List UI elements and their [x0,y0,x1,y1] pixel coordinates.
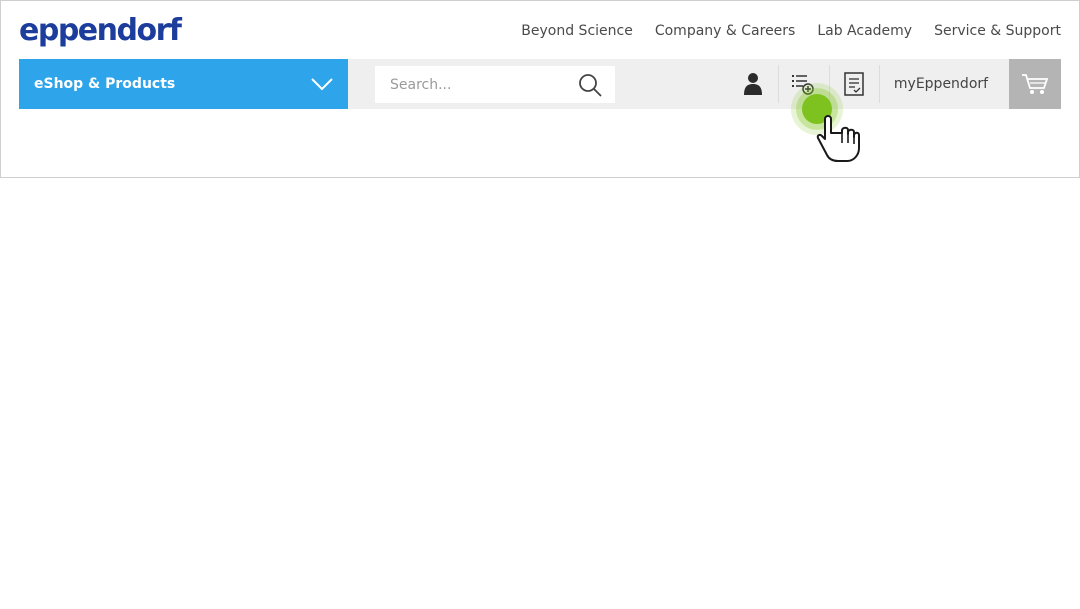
toolbar-divider [879,65,880,103]
my-eppendorf-link[interactable]: myEppendorf [881,59,1001,109]
user-icon [744,73,762,95]
main-toolbar: eShop & Products Search... myEppendorf [19,59,1061,109]
cart-icon [1022,74,1049,94]
chevron-down-icon [311,78,333,91]
toolbar-divider [778,65,779,103]
account-button[interactable] [735,59,771,109]
nav-lab-academy[interactable]: Lab Academy [817,23,912,39]
search-box [375,66,615,103]
click-indicator [791,83,871,169]
search-icon[interactable] [577,72,603,98]
header-frame: eppendorf Beyond Science Company & Caree… [0,0,1080,178]
search-input[interactable] [375,66,565,103]
eppendorf-logo[interactable]: eppendorf [19,11,182,51]
eshop-label: eShop & Products [34,76,176,92]
cart-button[interactable] [1009,59,1061,109]
nav-company-careers[interactable]: Company & Careers [655,23,796,39]
eshop-products-dropdown[interactable]: eShop & Products [19,59,348,109]
top-navigation: Beyond Science Company & Careers Lab Aca… [521,23,1061,39]
nav-beyond-science[interactable]: Beyond Science [521,23,633,39]
nav-service-support[interactable]: Service & Support [934,23,1061,39]
hand-cursor-icon [791,83,860,162]
